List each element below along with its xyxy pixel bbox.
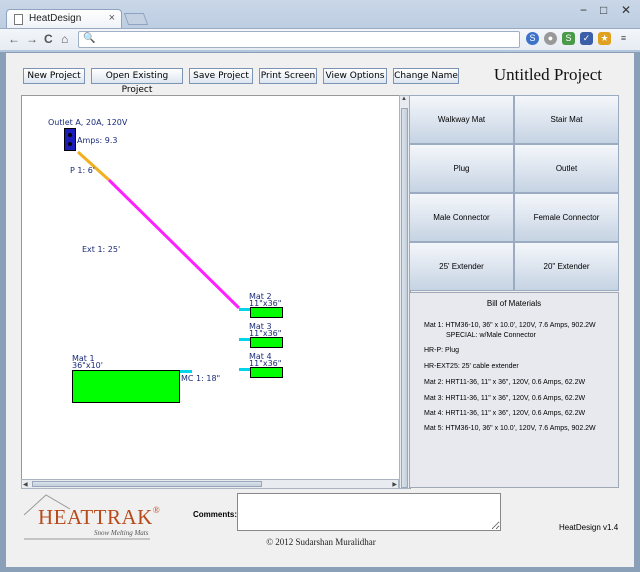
- extension-icon[interactable]: ●: [544, 32, 557, 45]
- bom-line: HR-EXT25: 25' cable extender: [424, 363, 519, 370]
- plug-label: P 1: 6': [70, 166, 95, 175]
- bom-line: Mat 4: HRT11-36, 11" x 36", 120V, 0.6 Am…: [424, 410, 586, 417]
- bom-line: Mat 2: HRT11-36, 11" x 36", 120V, 0.6 Am…: [424, 379, 586, 386]
- cable-layer: [76, 150, 241, 310]
- wrench-icon[interactable]: ≡: [617, 32, 630, 45]
- app-page: New Project Open Existing Project Save P…: [5, 52, 635, 568]
- female-connector-button[interactable]: Female Connector: [514, 193, 619, 242]
- view-options-button[interactable]: View Options: [323, 68, 387, 84]
- bookmark-icon[interactable]: ★: [598, 32, 611, 45]
- mat-connector: [239, 338, 250, 341]
- plug-button[interactable]: Plug: [409, 144, 514, 193]
- amps-label: Amps: 9.3: [77, 136, 118, 145]
- forward-icon[interactable]: →: [26, 32, 38, 46]
- extension-icon[interactable]: S: [562, 32, 575, 45]
- new-project-button[interactable]: New Project: [23, 68, 85, 84]
- bom-line: Mat 1: HTM36-10, 36" x 10.0', 120V, 7.6 …: [424, 321, 596, 341]
- outlet-receptacle: [68, 142, 72, 146]
- close-tab-icon[interactable]: ×: [109, 12, 115, 24]
- parts-palette: Walkway Mat Stair Mat Plug Outlet Male C…: [409, 95, 619, 291]
- maximize-icon[interactable]: □: [600, 3, 607, 17]
- horizontal-scrollbar[interactable]: ◀ ▶: [21, 479, 399, 489]
- mat-size-label: 36"x10': [72, 361, 103, 370]
- skype-icon[interactable]: S: [526, 32, 539, 45]
- design-canvas[interactable]: Outlet A, 20A, 120V Amps: 9.3 P 1: 6' Ex…: [21, 95, 411, 489]
- mc-label: MC 1: 18": [181, 374, 221, 383]
- bill-of-materials: Bill of Materials Mat 1: HTM36-10, 36" x…: [409, 292, 619, 488]
- bom-line-text: Mat 1: HTM36-10, 36" x 10.0', 120V, 7.6 …: [424, 322, 596, 329]
- home-icon[interactable]: ⌂: [61, 32, 68, 46]
- extension-icon[interactable]: ✓: [580, 32, 593, 45]
- browser-tab[interactable]: HeatDesign ×: [6, 9, 122, 29]
- heattrak-logo: HEATTRAK® Snow Melting Mats: [20, 493, 168, 541]
- outlet-symbol[interactable]: [64, 128, 76, 151]
- scroll-left-icon[interactable]: ◀: [23, 481, 28, 488]
- bom-line: HR-P: Plug: [424, 347, 460, 354]
- comments-label: Comments:: [193, 510, 238, 519]
- mat-3[interactable]: [250, 337, 283, 348]
- bom-line: Mat 3: HRT11-36, 11" x 36", 120V, 0.6 Am…: [424, 395, 586, 402]
- comments-input[interactable]: [237, 493, 501, 531]
- version-label: HeatDesign v1.4: [559, 523, 619, 532]
- scroll-up-icon[interactable]: ▲: [401, 96, 407, 102]
- mat-connector: [239, 368, 250, 371]
- bom-line-note: SPECIAL: w/Male Connector: [446, 332, 536, 339]
- address-bar[interactable]: 🔍: [78, 31, 520, 48]
- walkway-mat-button[interactable]: Walkway Mat: [409, 95, 514, 144]
- bom-title: Bill of Materials: [486, 299, 542, 308]
- minimize-icon[interactable]: −: [580, 3, 587, 17]
- page-icon: [14, 14, 23, 25]
- scroll-thumb[interactable]: [32, 481, 262, 487]
- male-connector: [180, 370, 192, 373]
- outlet-label: Outlet A, 20A, 120V: [48, 118, 128, 127]
- scroll-thumb[interactable]: [401, 108, 408, 488]
- 20in-extender-button[interactable]: 20" Extender: [514, 242, 619, 291]
- extender-label: Ext 1: 25': [82, 245, 121, 254]
- mat-connector: [239, 308, 250, 311]
- outlet-receptacle: [68, 133, 72, 137]
- browser-toolbar: ← → C ⌂ 🔍 S ● S ✓ ★ ≡: [0, 28, 640, 50]
- mat-2[interactable]: [250, 307, 283, 318]
- 25ft-extender-button[interactable]: 25' Extender: [409, 242, 514, 291]
- scroll-right-icon[interactable]: ▶: [392, 481, 397, 488]
- reload-icon[interactable]: C: [44, 32, 53, 46]
- project-title: Untitled Project: [493, 65, 602, 84]
- new-tab-button[interactable]: [123, 13, 149, 25]
- mat-4[interactable]: [250, 367, 283, 378]
- change-name-button[interactable]: Change Name: [393, 68, 459, 84]
- logo-wordmark: HEATTRAK®: [38, 505, 161, 529]
- save-project-button[interactable]: Save Project: [189, 68, 253, 84]
- search-icon: 🔍: [83, 33, 96, 44]
- print-screen-button[interactable]: Print Screen: [259, 68, 317, 84]
- logo-tagline: Snow Melting Mats: [94, 529, 149, 537]
- open-project-button[interactable]: Open Existing Project: [91, 68, 183, 95]
- back-icon[interactable]: ←: [8, 32, 20, 46]
- close-window-icon[interactable]: ✕: [621, 3, 631, 17]
- outlet-button[interactable]: Outlet: [514, 144, 619, 193]
- stair-mat-button[interactable]: Stair Mat: [514, 95, 619, 144]
- copyright: © 2012 Sudarshan Muralidhar: [266, 537, 376, 547]
- extender-cable: [107, 178, 241, 310]
- male-connector-button[interactable]: Male Connector: [409, 193, 514, 242]
- browser-chrome: HeatDesign × − □ ✕ ← → C ⌂ 🔍 S ● S ✓ ★ ≡: [0, 0, 640, 52]
- bom-line: Mat 5: HTM36-10, 36" x 10.0', 120V, 7.6 …: [424, 425, 596, 432]
- mat-1[interactable]: [72, 370, 180, 403]
- tab-title: HeatDesign: [29, 13, 82, 24]
